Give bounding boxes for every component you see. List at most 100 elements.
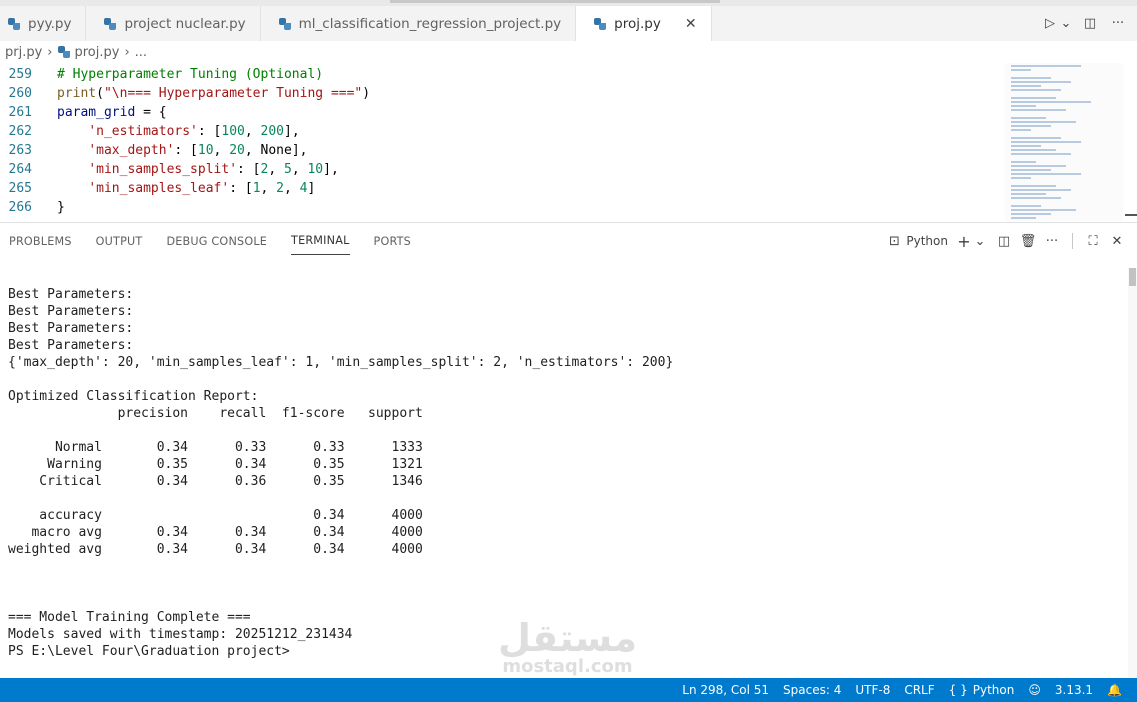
breadcrumb-folder[interactable]: prj.py [5,45,42,60]
code-line[interactable]: 263 'max_depth': [10, 20, None], [0,141,1000,160]
tab-label: ml_classification_regression_project.py [298,15,562,32]
code-editor[interactable]: 259 # Hyperparameter Tuning (Optional) 260… [0,65,1000,220]
bell-icon[interactable]: 🔔 [1107,683,1122,697]
minimap-line [1011,105,1036,107]
minimap-line [1011,65,1081,67]
code-text: 'min_samples_leaf': [1, 2, 4] [32,179,315,198]
code-token: ], [323,162,339,177]
terminal-scroll-thumb[interactable] [1129,268,1136,286]
breadcrumb-file[interactable]: proj.py [75,45,120,60]
tab-project-nuclear[interactable]: project nuclear.py [86,6,261,41]
minimap-line [1011,205,1041,207]
maximize-panel-icon[interactable]: ⛶ [1085,234,1101,249]
tab-ml-classification[interactable]: ml_classification_regression_project.py [261,6,577,41]
minimap[interactable] [1005,63,1123,221]
encoding[interactable]: UTF-8 [855,683,890,697]
line-number: 262 [8,124,32,139]
code-line[interactable]: 264 'min_samples_split': [2, 5, 10], [0,160,1000,179]
minimap-line [1011,97,1056,99]
terminal-line: Warning 0.35 0.34 0.35 1321 [8,457,423,472]
code-token: 5 [284,162,292,177]
code-token: : [ [174,143,198,158]
close-icon[interactable]: ✕ [685,16,697,32]
terminal-line: Critical 0.34 0.36 0.35 1346 [8,474,423,489]
terminal-shell-icon[interactable]: ⊡ [886,234,902,249]
code-token: ] [307,181,316,196]
tab-ports[interactable]: PORTS [374,227,411,255]
run-icon[interactable]: ▷ [1041,15,1059,33]
minimap-line [1011,161,1036,163]
code-text: param_grid = { [32,103,167,122]
code-line[interactable]: 262 'n_estimators': [100, 200], [0,122,1000,141]
minimap-line [1011,85,1041,87]
code-token: , [244,124,261,139]
line-ending[interactable]: CRLF [904,683,934,697]
code-token: ], [284,124,300,139]
code-token: = { [135,105,167,120]
terminal-line: accuracy 0.34 4000 [8,508,423,523]
code-line[interactable]: 260 print("\n=== Hyperparameter Tuning ==… [0,84,1000,103]
minimap-line [1011,149,1056,151]
code-line[interactable]: 266} [0,198,1000,217]
split-editor-icon[interactable]: ◫ [1081,15,1099,33]
more-actions-icon[interactable]: ··· [1044,234,1060,249]
panel-actions: ⊡ Python + ⌄ ◫ 🗑 ··· ⛶ ✕ [886,226,1125,256]
language-label: Python [972,683,1015,697]
tab-problems[interactable]: PROBLEMS [9,227,72,255]
tab-output[interactable]: OUTPUT [96,227,143,255]
code-text: # Hyperparameter Tuning (Optional) [32,65,323,84]
more-actions-icon[interactable]: ··· [1109,15,1127,33]
terminal-scrollbar[interactable] [1128,268,1137,678]
python-file-icon [104,17,117,30]
code-text: 'min_samples_split': [2, 5, 10], [32,160,339,179]
chevron-down-icon[interactable]: ⌄ [1061,15,1072,33]
code-token: 10 [197,143,214,158]
code-token: : [ [237,162,261,177]
python-version[interactable]: 3.13.1 [1055,683,1093,697]
close-panel-icon[interactable]: ✕ [1109,234,1125,249]
tab-terminal[interactable]: TERMINAL [291,227,350,255]
terminal-line: {'max_depth': 20, 'min_samples_leaf': 1,… [8,355,674,370]
editor-scroll-indicator[interactable] [1125,214,1137,216]
terminal-line: Optimized Classification Report: [8,389,259,404]
terminal-output[interactable]: Best Parameters: Best Parameters: Best Par… [8,286,1118,660]
code-token: , [260,181,277,196]
minimap-line [1011,137,1061,139]
trash-icon[interactable]: 🗑 [1020,234,1037,249]
code-token: 'min_samples_leaf' [88,181,230,196]
tab-pyy[interactable]: pyy.py [0,6,87,41]
language-mode[interactable]: { } Python [949,683,1015,697]
code-token: : [ [229,181,253,196]
tab-proj[interactable]: proj.py ✕ [576,6,712,41]
copilot-icon[interactable]: ☺ [1028,683,1041,697]
indentation[interactable]: Spaces: 4 [783,683,841,697]
code-token: , [291,162,308,177]
line-number: 259 [8,67,32,82]
add-terminal-icon[interactable]: + [956,232,972,251]
top-scroll-thumb[interactable] [390,0,720,3]
minimap-line [1011,189,1071,191]
divider [1072,233,1073,249]
editor-actions: ▷ ⌄ ◫ ··· [1041,6,1137,41]
minimap-line [1011,209,1076,211]
cursor-position[interactable]: Ln 298, Col 51 [682,683,769,697]
shell-label[interactable]: Python [906,234,948,248]
tab-debug-console[interactable]: DEBUG CONSOLE [166,227,267,255]
code-line[interactable]: 259 # Hyperparameter Tuning (Optional) [0,65,1000,84]
status-bar: Ln 298, Col 51 Spaces: 4 UTF-8 CRLF { } … [0,678,1137,702]
code-token: ( [96,86,104,101]
code-line[interactable]: 261 param_grid = { [0,103,1000,122]
chevron-down-icon[interactable]: ⌄ [972,234,988,249]
terminal-line: weighted avg 0.34 0.34 0.34 4000 [8,542,423,557]
split-terminal-icon[interactable]: ◫ [996,234,1012,249]
panel-divider[interactable] [0,222,1137,223]
code-line[interactable]: 265 'min_samples_leaf': [1, 2, 4] [0,179,1000,198]
line-number: 261 [8,105,32,120]
python-file-icon [57,46,70,58]
terminal-line: Best Parameters: [8,321,134,336]
breadcrumb-more[interactable]: ... [135,45,147,60]
code-token: , None], [244,143,308,158]
python-file-icon [278,17,291,30]
